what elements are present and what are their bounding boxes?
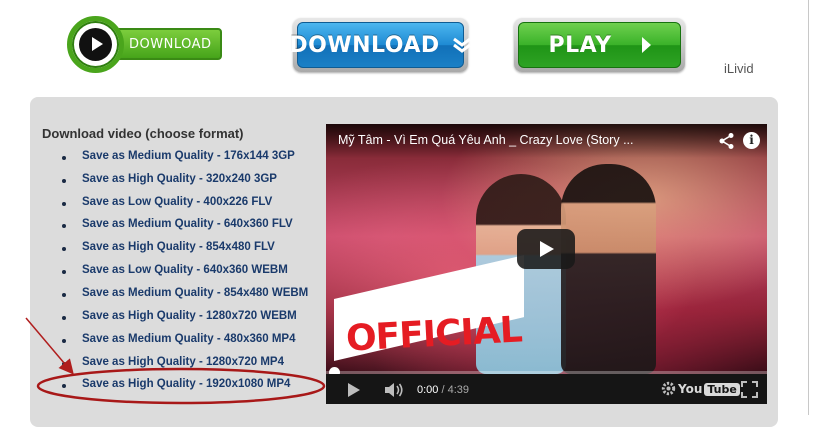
youtube-logo[interactable]: You Tube: [678, 380, 740, 398]
play-circle-icon: [67, 16, 124, 73]
download-section-title: Download video (choose format): [42, 126, 244, 141]
time-display: 0:00 / 4:39: [417, 384, 469, 396]
current-time: 0:00: [417, 384, 439, 396]
video-player[interactable]: OFFICIAL Mỹ Tâm - Vì Em Quá Yêu Anh _ Cr…: [326, 124, 767, 404]
gear-icon[interactable]: [660, 380, 677, 397]
blue-download-button[interactable]: DOWNLOAD: [289, 18, 471, 72]
fullscreen-icon[interactable]: [741, 381, 758, 398]
green-download-button[interactable]: DOWNLOAD: [67, 16, 225, 73]
play-button[interactable]: PLAY: [514, 18, 685, 72]
play-icon[interactable]: [517, 229, 575, 269]
player-controls: 0:00 / 4:39 You Tube: [326, 374, 767, 404]
info-icon[interactable]: i: [743, 132, 760, 149]
chevron-down-icon: [452, 37, 472, 53]
play-button-label: PLAY: [548, 32, 612, 58]
play-control-icon[interactable]: [348, 383, 360, 397]
share-icon[interactable]: [718, 132, 736, 150]
duration: 4:39: [447, 384, 470, 396]
time-separator: /: [438, 384, 448, 396]
page-right-border: [808, 0, 809, 415]
blue-download-label: DOWNLOAD: [289, 32, 440, 58]
brand-label: iLivid: [724, 61, 754, 76]
volume-icon[interactable]: [384, 382, 406, 398]
play-arrow-icon: [641, 37, 651, 53]
video-title[interactable]: Mỹ Tâm - Vì Em Quá Yêu Anh _ Crazy Love …: [338, 133, 633, 147]
video-figure-man: [561, 164, 656, 374]
